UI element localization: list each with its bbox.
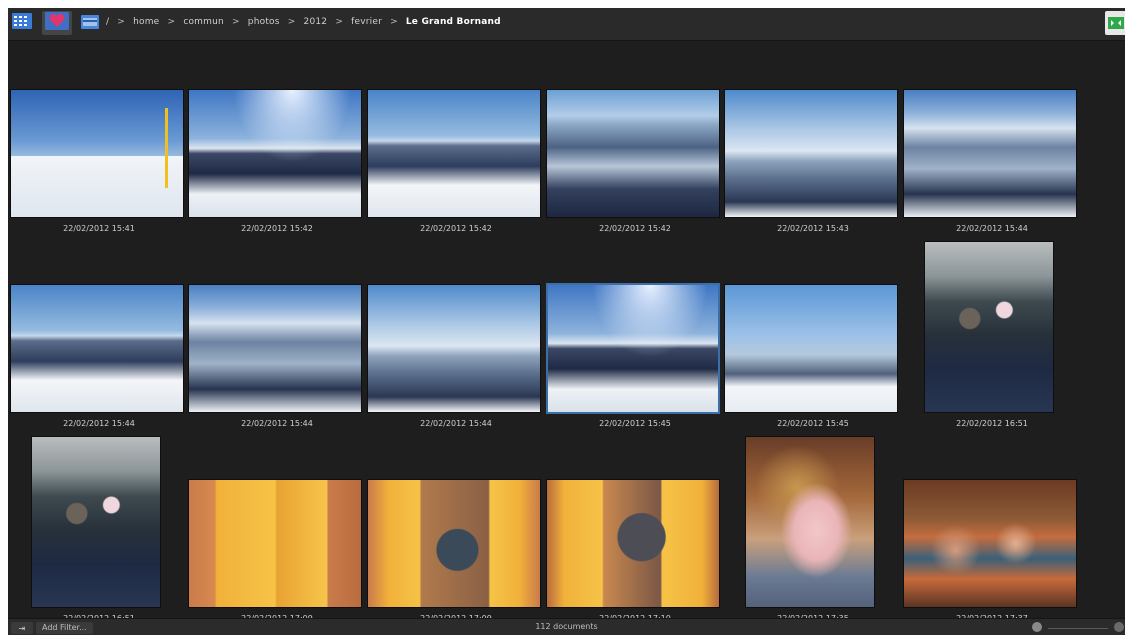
favorites-view-button[interactable] (42, 11, 72, 35)
photo-thumbnail[interactable] (31, 436, 161, 608)
photo-item[interactable]: 22/02/2012 17:09 (188, 436, 366, 630)
photo-thumbnail[interactable] (188, 89, 362, 218)
breadcrumb-separator: > (167, 17, 176, 27)
photo-caption: 22/02/2012 15:44 (420, 419, 492, 428)
photo-thumbnail[interactable] (903, 479, 1077, 608)
photo-item[interactable]: 22/02/2012 15:44 (188, 241, 366, 435)
photo-thumbnail[interactable] (745, 436, 875, 608)
breadcrumb-item-2012[interactable]: 2012 (304, 17, 328, 27)
breadcrumb-separator: > (231, 17, 240, 27)
zoom-in-icon[interactable] (1114, 622, 1124, 632)
breadcrumb-separator: > (287, 17, 296, 27)
photo-thumbnail[interactable] (367, 479, 541, 608)
breadcrumb-separator: > (335, 17, 344, 27)
breadcrumb-item-photos[interactable]: photos (248, 17, 280, 27)
photo-browser-app: / > home > commun > photos > 2012 > fevr… (8, 8, 1125, 635)
photo-caption: 22/02/2012 15:42 (599, 224, 671, 233)
photo-caption: 22/02/2012 15:41 (63, 224, 135, 233)
photo-caption: 22/02/2012 15:42 (241, 224, 313, 233)
document-count: 112 documents (535, 622, 598, 631)
photo-caption: 22/02/2012 15:43 (777, 224, 849, 233)
photo-thumbnail[interactable] (546, 479, 720, 608)
photo-item[interactable]: 22/02/2012 16:51 (903, 241, 1081, 435)
breadcrumb-root[interactable]: / (106, 17, 109, 27)
photo-caption: 22/02/2012 15:44 (63, 419, 135, 428)
top-toolbar: / > home > commun > photos > 2012 > fevr… (8, 8, 1125, 41)
photo-thumbnail[interactable] (724, 89, 898, 218)
breadcrumb-separator: > (390, 17, 398, 27)
photo-thumbnail[interactable] (367, 89, 541, 218)
photo-grid: 22/02/2012 15:41 22/02/2012 15:42 22/02/… (8, 41, 1125, 623)
photo-thumbnail[interactable] (188, 479, 362, 608)
breadcrumb-item-home[interactable]: home (133, 17, 159, 27)
photo-item[interactable]: 22/02/2012 16:51 (10, 436, 188, 630)
photo-item[interactable]: 22/02/2012 15:44 (10, 241, 188, 435)
breadcrumb-current: Le Grand Bornand (405, 17, 501, 27)
favorites-icon (45, 12, 69, 34)
photo-caption: 22/02/2012 15:44 (241, 419, 313, 428)
photo-caption: 22/02/2012 15:42 (420, 224, 492, 233)
expand-button[interactable] (1105, 11, 1125, 35)
photo-thumbnail[interactable] (724, 284, 898, 413)
zoom-out-icon[interactable] (1032, 622, 1042, 632)
photo-thumbnail[interactable] (546, 89, 720, 218)
photo-item[interactable]: 22/02/2012 15:45 (724, 241, 902, 435)
photo-item[interactable]: 22/02/2012 17:37 (903, 436, 1081, 630)
status-bar: ⇥ Add Filter... 112 documents (8, 618, 1125, 635)
grid-view-button[interactable] (10, 11, 34, 35)
photo-thumbnail[interactable] (903, 89, 1077, 218)
slideshow-icon (81, 14, 99, 33)
photo-thumbnail[interactable] (367, 284, 541, 413)
breadcrumb-item-fevrier[interactable]: fevrier (351, 17, 382, 27)
photo-thumbnail[interactable] (188, 284, 362, 413)
expand-icon (1105, 17, 1125, 35)
photo-thumbnail-selected[interactable] (546, 283, 720, 414)
slideshow-view-button[interactable] (78, 11, 102, 35)
breadcrumb: / > home > commun > photos > 2012 > fevr… (106, 17, 506, 27)
breadcrumb-separator: > (117, 17, 126, 27)
photo-item[interactable]: 22/02/2012 17:10 (546, 436, 724, 630)
photo-item[interactable]: 22/02/2012 15:44 (367, 241, 545, 435)
photo-caption: 22/02/2012 15:44 (956, 224, 1028, 233)
photo-caption: 22/02/2012 15:45 (599, 419, 671, 428)
zoom-track[interactable] (1048, 628, 1108, 629)
photo-item[interactable]: 22/02/2012 17:35 (724, 436, 902, 630)
photo-thumbnail[interactable] (10, 89, 184, 218)
breadcrumb-item-commun[interactable]: commun (183, 17, 224, 27)
photo-thumbnail[interactable] (10, 284, 184, 413)
photo-caption: 22/02/2012 16:51 (956, 419, 1028, 428)
zoom-slider[interactable] (1028, 622, 1125, 634)
grid-view-icon (12, 13, 32, 33)
photo-item[interactable]: 22/02/2012 17:09 (367, 436, 545, 630)
photo-caption: 22/02/2012 15:45 (777, 419, 849, 428)
photo-item[interactable]: 22/02/2012 15:45 (546, 241, 724, 435)
photo-thumbnail[interactable] (924, 241, 1054, 413)
